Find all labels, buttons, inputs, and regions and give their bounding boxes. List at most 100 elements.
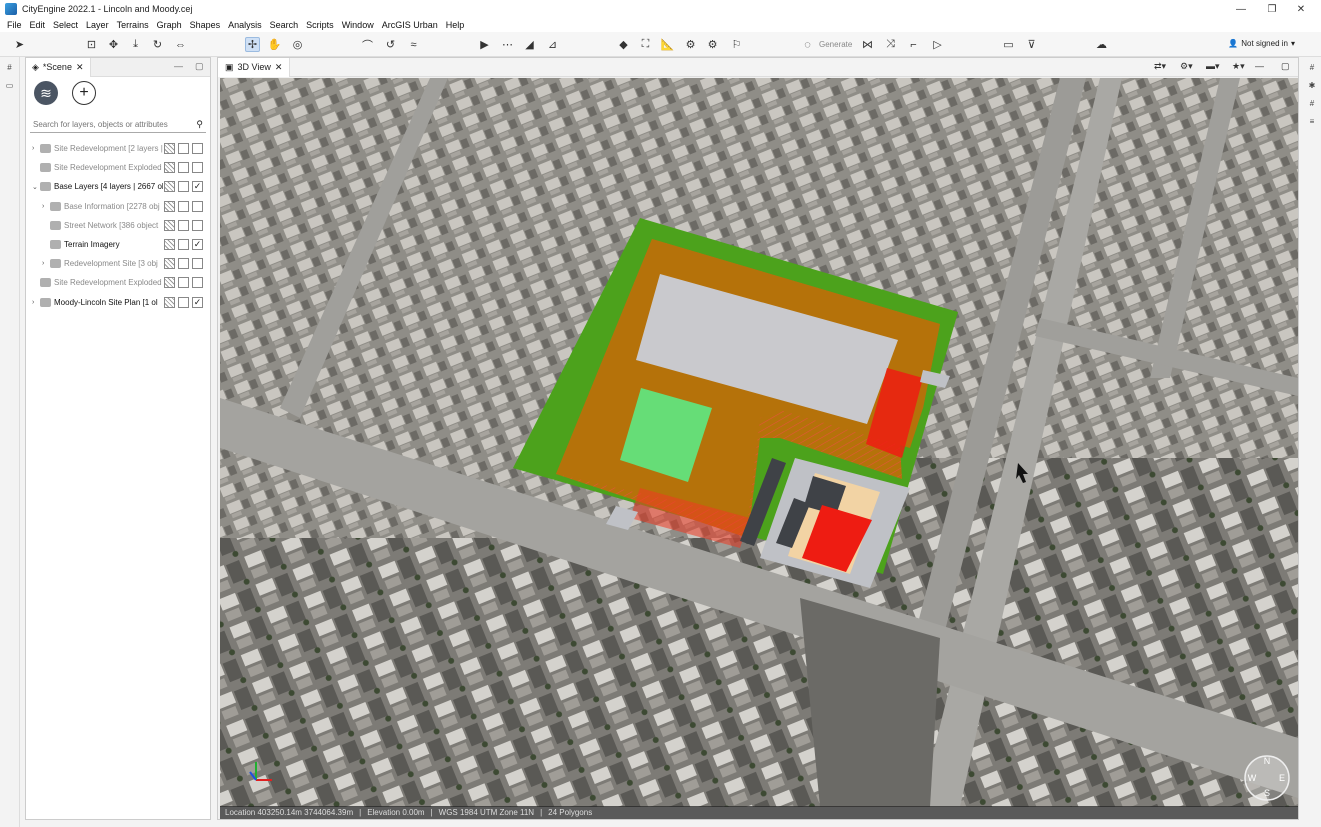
- 3d-view-tab[interactable]: ▣ 3D View ✕: [218, 57, 291, 77]
- lock-toggle[interactable]: [164, 277, 175, 289]
- layer-row[interactable]: ⌄ Base Layers [4 layers | 2667 ob ✓: [26, 177, 210, 196]
- lock-toggle[interactable]: [164, 200, 175, 212]
- shape-select-icon[interactable]: ▶: [477, 37, 492, 52]
- menu-search[interactable]: Search: [270, 20, 299, 30]
- layer-stack-icon[interactable]: ≋: [34, 81, 58, 105]
- selectable-checkbox[interactable]: [178, 238, 189, 250]
- subdivide-icon[interactable]: ⛶: [638, 37, 653, 52]
- tumble-camera-icon[interactable]: ✢: [245, 37, 260, 52]
- lock-toggle[interactable]: [164, 162, 175, 174]
- visibility-checkbox[interactable]: ✓: [192, 181, 203, 193]
- layer-row[interactable]: Site Redevelopment Exploded: [26, 273, 210, 292]
- rules-icon[interactable]: #: [1305, 99, 1319, 111]
- lock-toggle[interactable]: [164, 238, 175, 250]
- visibility-checkbox[interactable]: [192, 258, 203, 270]
- street-curve-icon[interactable]: ≈: [406, 37, 421, 52]
- generate-button[interactable]: Generate: [819, 40, 852, 49]
- ruler-icon[interactable]: ▭: [1001, 37, 1016, 52]
- selectable-checkbox[interactable]: [178, 219, 189, 231]
- folder-icon[interactable]: ▭: [3, 81, 17, 93]
- add-layer-icon[interactable]: +: [72, 81, 96, 105]
- polygon-shape-icon[interactable]: ⋯: [500, 37, 515, 52]
- selectable-checkbox[interactable]: [178, 200, 189, 212]
- selectable-checkbox[interactable]: [178, 277, 189, 289]
- close-window-icon[interactable]: ✕: [1281, 0, 1321, 18]
- bookmark-star-icon[interactable]: ★▾: [1232, 61, 1245, 72]
- camera-bookmarks-icon[interactable]: ⇄▾: [1154, 61, 1166, 72]
- lock-toggle[interactable]: [164, 219, 175, 231]
- visibility-checkbox[interactable]: ✓: [192, 296, 203, 308]
- menu-scripts[interactable]: Scripts: [306, 20, 334, 30]
- menu-analysis[interactable]: Analysis: [228, 20, 262, 30]
- cursor-mode-icon[interactable]: ▷: [930, 37, 945, 52]
- map-scene[interactable]: N E S W: [220, 78, 1298, 807]
- rectangle-shape-icon[interactable]: ◢: [522, 37, 537, 52]
- expand-chevron-icon[interactable]: ⌄: [32, 183, 40, 191]
- layer-row[interactable]: › Moody-Lincoln Site Plan [1 ol ✓: [26, 293, 210, 312]
- select-tool-icon[interactable]: ➤: [12, 37, 27, 52]
- menu-shapes[interactable]: Shapes: [190, 20, 221, 30]
- sign-in-status[interactable]: 👤 Not signed in ▾: [1228, 39, 1295, 48]
- update-seed-icon[interactable]: ⋈: [860, 37, 875, 52]
- selectable-checkbox[interactable]: [178, 258, 189, 270]
- visibility-checkbox[interactable]: [192, 219, 203, 231]
- minimize-panel-icon[interactable]: —: [174, 61, 183, 71]
- lock-toggle[interactable]: [164, 143, 175, 154]
- reset-attributes-icon[interactable]: ⤨: [883, 37, 898, 52]
- freehand-street-icon[interactable]: ⌒: [360, 37, 375, 52]
- zoom-camera-icon[interactable]: ◎: [290, 37, 305, 52]
- lock-toggle[interactable]: [164, 258, 175, 270]
- lock-toggle[interactable]: [164, 181, 175, 193]
- menu-edit[interactable]: Edit: [30, 20, 46, 30]
- selectable-checkbox[interactable]: [178, 143, 189, 154]
- lock-toggle[interactable]: [164, 296, 175, 308]
- menu-select[interactable]: Select: [53, 20, 78, 30]
- list-icon[interactable]: ≡: [1305, 117, 1319, 129]
- selectable-checkbox[interactable]: [178, 162, 189, 174]
- menu-file[interactable]: File: [7, 20, 22, 30]
- minimize-panel-icon[interactable]: —: [1255, 61, 1264, 71]
- visibility-checkbox[interactable]: [192, 200, 203, 212]
- move-icon[interactable]: ✥: [106, 37, 121, 52]
- scale-icon[interactable]: ⇔: [173, 37, 188, 52]
- pointer-dropdown-icon[interactable]: ⊽: [1024, 37, 1039, 52]
- layer-row[interactable]: Site Redevelopment Exploded: [26, 158, 210, 177]
- texture-icon[interactable]: ⚙: [705, 37, 720, 52]
- pan-camera-icon[interactable]: ✋: [267, 37, 282, 52]
- offset-icon[interactable]: ◆: [616, 37, 631, 52]
- rotate-icon[interactable]: ↻: [150, 37, 165, 52]
- circle-shape-icon[interactable]: ⊿: [545, 37, 560, 52]
- polygon-street-icon[interactable]: ↺: [383, 37, 398, 52]
- cloud-icon[interactable]: ☁: [1094, 37, 1109, 52]
- tools-icon[interactable]: ✱: [1305, 81, 1319, 93]
- maximize-panel-icon[interactable]: ▢: [195, 61, 204, 72]
- search-icon[interactable]: ⚲: [196, 119, 203, 130]
- render-settings-icon[interactable]: ▬▾: [1206, 61, 1220, 72]
- close-icon[interactable]: ✕: [275, 62, 283, 73]
- menu-window[interactable]: Window: [342, 20, 374, 30]
- layer-row[interactable]: › Redevelopment Site [3 obj: [26, 254, 210, 273]
- analysis-icon[interactable]: ⚐: [729, 37, 744, 52]
- menu-terrains[interactable]: Terrains: [117, 20, 149, 30]
- scene-tab[interactable]: ◈ *Scene ✕: [26, 57, 91, 77]
- visibility-checkbox[interactable]: [192, 143, 203, 154]
- menu-help[interactable]: Help: [446, 20, 465, 30]
- inspector-icon[interactable]: #: [1305, 63, 1319, 75]
- layer-row[interactable]: › Site Redevelopment [2 layers | 63: [26, 139, 210, 158]
- view-settings-icon[interactable]: ⚙▾: [1180, 61, 1193, 72]
- visibility-checkbox[interactable]: ✓: [192, 238, 203, 250]
- expand-chevron-icon[interactable]: ›: [42, 203, 50, 210]
- visibility-checkbox[interactable]: [192, 277, 203, 289]
- layer-search-input[interactable]: [33, 120, 193, 129]
- visibility-checkbox[interactable]: [192, 162, 203, 174]
- frame-icon[interactable]: ⊡: [84, 37, 99, 52]
- layer-row[interactable]: Terrain Imagery ✓: [26, 235, 210, 254]
- close-icon[interactable]: ✕: [76, 62, 84, 73]
- selectable-checkbox[interactable]: [178, 181, 189, 193]
- menu-layer[interactable]: Layer: [86, 20, 109, 30]
- expand-chevron-icon[interactable]: ›: [32, 145, 40, 152]
- maximize-panel-icon[interactable]: ▢: [1281, 61, 1290, 72]
- selectable-checkbox[interactable]: [178, 296, 189, 308]
- expand-chevron-icon[interactable]: ›: [32, 299, 40, 306]
- expand-chevron-icon[interactable]: ›: [42, 260, 50, 267]
